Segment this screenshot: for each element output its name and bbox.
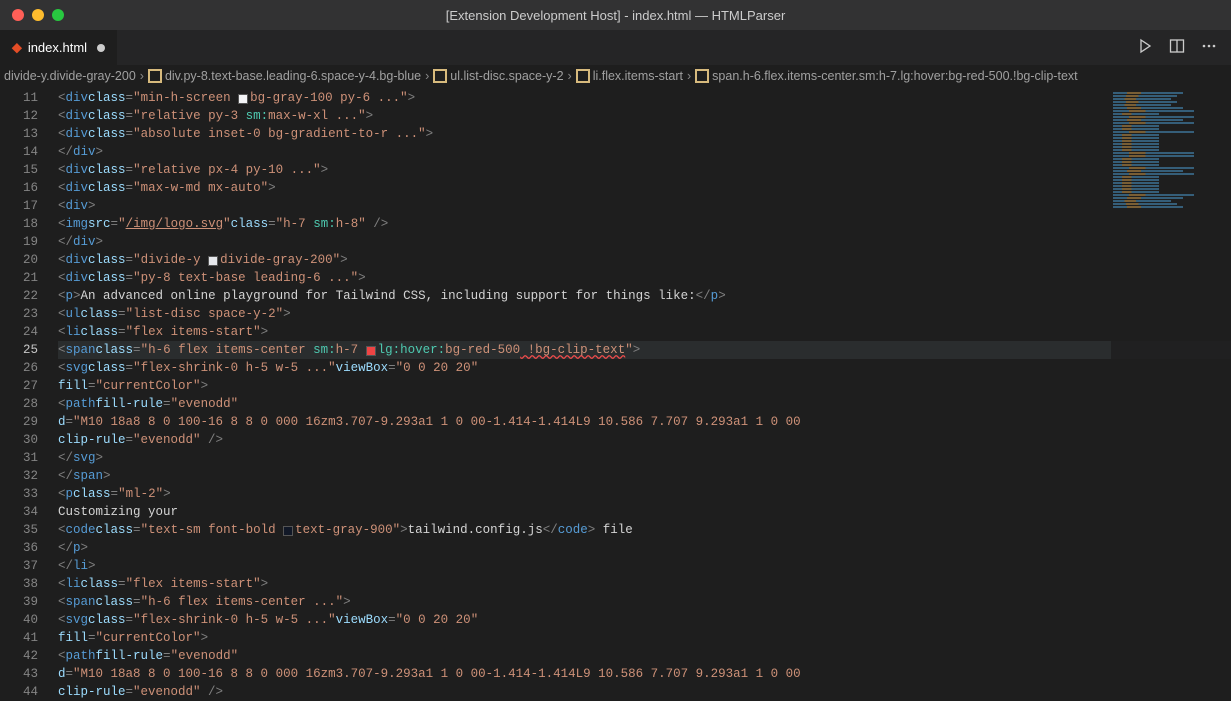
breadcrumb-item[interactable]: divide-y.divide-gray-200: [4, 69, 136, 83]
chevron-right-icon: ›: [140, 69, 144, 83]
tab-index-html[interactable]: ⬥ index.html: [0, 30, 117, 65]
editor: 1112131415161718192021222324252627282930…: [0, 87, 1231, 700]
element-icon: [576, 69, 590, 83]
run-icon[interactable]: [1137, 38, 1153, 57]
more-actions-icon[interactable]: [1201, 38, 1217, 57]
minimize-window[interactable]: [32, 9, 44, 21]
breadcrumb-item[interactable]: div.py-8.text-base.leading-6.space-y-4.b…: [165, 69, 421, 83]
line-number-gutter: 1112131415161718192021222324252627282930…: [0, 87, 58, 700]
chevron-right-icon: ›: [568, 69, 572, 83]
split-editor-icon[interactable]: [1169, 38, 1185, 57]
window-title: [Extension Development Host] - index.htm…: [446, 8, 786, 23]
breadcrumb-item[interactable]: li.flex.items-start: [593, 69, 683, 83]
breadcrumbs[interactable]: divide-y.divide-gray-200 › div.py-8.text…: [0, 65, 1231, 87]
element-icon: [433, 69, 447, 83]
tab-bar: ⬥ index.html: [0, 30, 1231, 65]
maximize-window[interactable]: [52, 9, 64, 21]
traffic-lights: [12, 9, 64, 21]
html-file-icon: ⬥: [12, 39, 22, 56]
breadcrumb-item[interactable]: span.h-6.flex.items-center.sm:h-7.lg:hov…: [712, 69, 1077, 83]
element-icon: [148, 69, 162, 83]
element-icon: [695, 69, 709, 83]
code-area[interactable]: <div class="min-h-screen bg-gray-100 py-…: [58, 87, 1231, 700]
chevron-right-icon: ›: [425, 69, 429, 83]
close-window[interactable]: [12, 9, 24, 21]
titlebar: [Extension Development Host] - index.htm…: [0, 0, 1231, 30]
minimap[interactable]: [1111, 87, 1231, 700]
chevron-right-icon: ›: [687, 69, 691, 83]
dirty-indicator: [97, 44, 105, 52]
breadcrumb-item[interactable]: ul.list-disc.space-y-2: [450, 69, 563, 83]
tab-filename: index.html: [28, 40, 87, 55]
editor-actions: [1137, 30, 1231, 65]
